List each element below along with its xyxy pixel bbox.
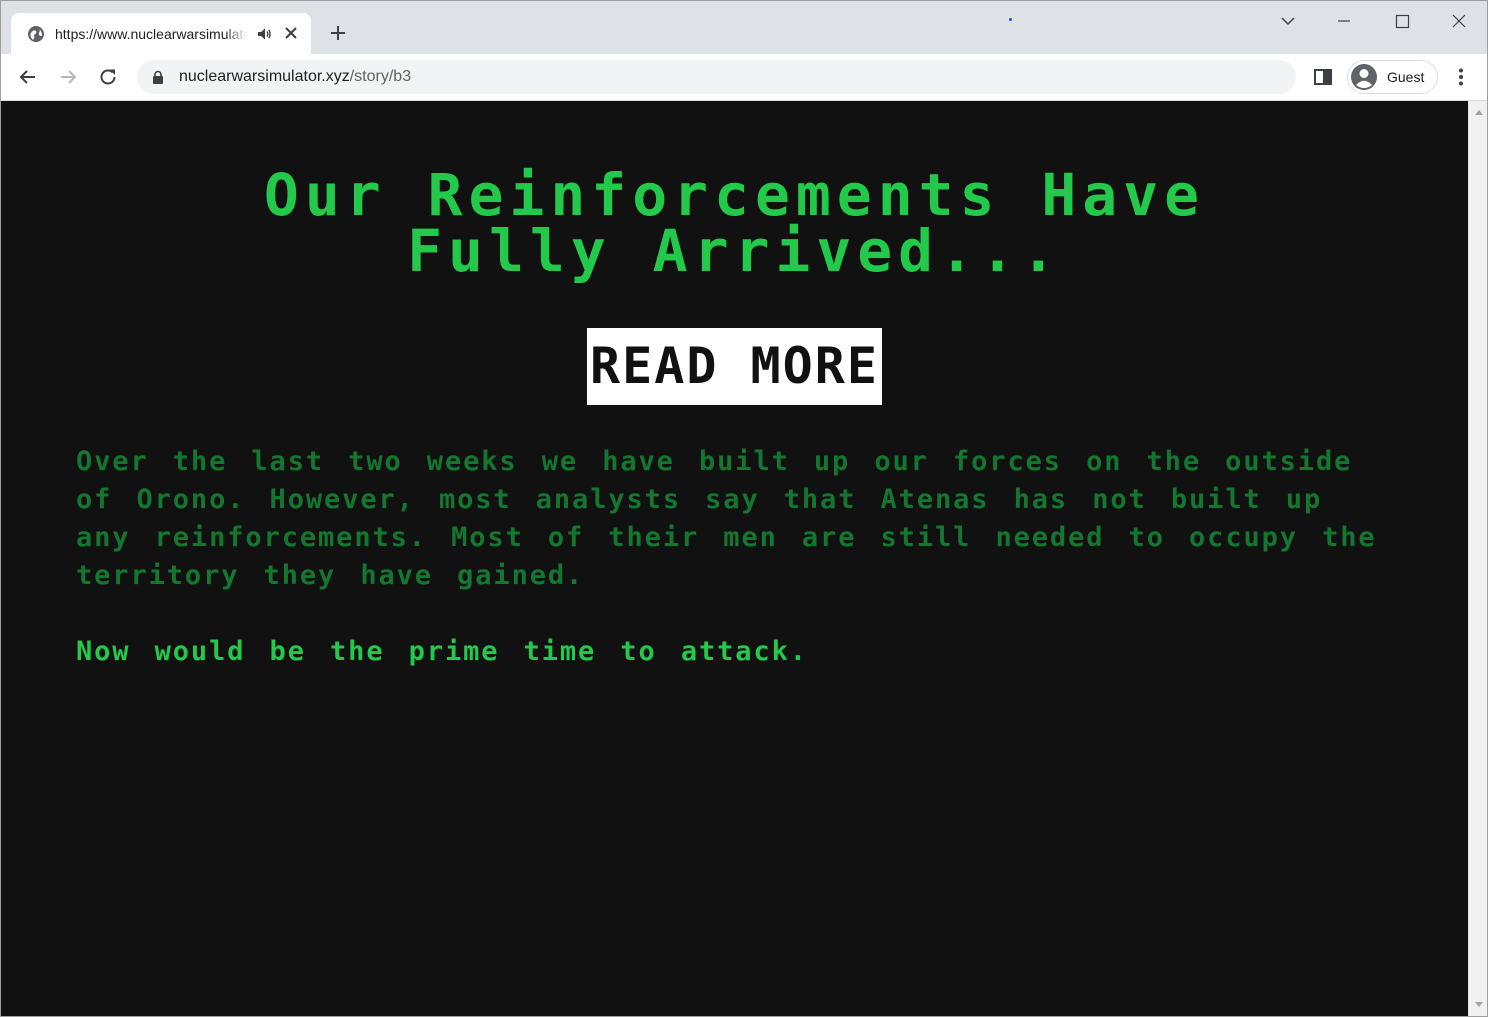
read-more-button[interactable]: READ MORE	[587, 328, 882, 405]
reload-icon[interactable]	[96, 65, 120, 89]
back-arrow-icon[interactable]	[16, 65, 40, 89]
kebab-menu-icon[interactable]	[1449, 65, 1473, 89]
browser-window: https://www.nuclearwarsimulator.xyz/stor…	[0, 0, 1488, 1017]
page-viewport: Our Reinforcements Have Fully Arrived...…	[1, 101, 1468, 1016]
minimize-icon[interactable]	[1330, 7, 1358, 35]
maximize-icon[interactable]	[1388, 7, 1416, 35]
close-tab-icon[interactable]	[282, 24, 300, 42]
browser-tab[interactable]: https://www.nuclearwarsimulator.xyz/stor…	[11, 13, 311, 54]
close-window-icon[interactable]	[1445, 7, 1473, 35]
profile-label: Guest	[1387, 69, 1425, 85]
tab-strip: https://www.nuclearwarsimulator.xyz/stor…	[1, 1, 1487, 54]
scroll-down-arrow-icon[interactable]	[1474, 1001, 1484, 1009]
forward-arrow-icon[interactable]	[56, 65, 80, 89]
globe-icon	[28, 26, 44, 42]
story-paragraph: Over the last two weeks we have built up…	[76, 446, 1377, 591]
vertical-scrollbar[interactable]	[1468, 101, 1487, 1016]
scroll-up-arrow-icon[interactable]	[1474, 108, 1484, 116]
side-panel-icon[interactable]	[1312, 66, 1334, 88]
new-tab-icon[interactable]	[326, 21, 350, 45]
speaker-icon[interactable]	[256, 26, 272, 42]
attack-callout: Now would be the prime time to attack.	[76, 636, 808, 667]
browser-toolbar: nuclearwarsimulator.xyz/story/b3 Guest	[1, 54, 1487, 101]
tab-search-icon[interactable]	[1274, 7, 1302, 35]
tab-title: https://www.nuclearwarsimulator.xyz/stor…	[55, 25, 247, 43]
profile-button[interactable]: Guest	[1347, 60, 1438, 94]
lock-icon[interactable]	[151, 70, 165, 84]
loading-indicator	[1009, 18, 1012, 21]
address-bar[interactable]: nuclearwarsimulator.xyz/story/b3	[137, 60, 1296, 94]
story-headline: Our Reinforcements Have Fully Arrived...	[1, 166, 1468, 280]
url-host: nuclearwarsimulator.xyz	[179, 68, 350, 85]
headline-line-2: Fully Arrived...	[407, 217, 1062, 285]
url-text[interactable]: nuclearwarsimulator.xyz/story/b3	[179, 60, 411, 94]
url-path: /story/b3	[349, 68, 412, 85]
avatar-icon	[1351, 64, 1377, 90]
